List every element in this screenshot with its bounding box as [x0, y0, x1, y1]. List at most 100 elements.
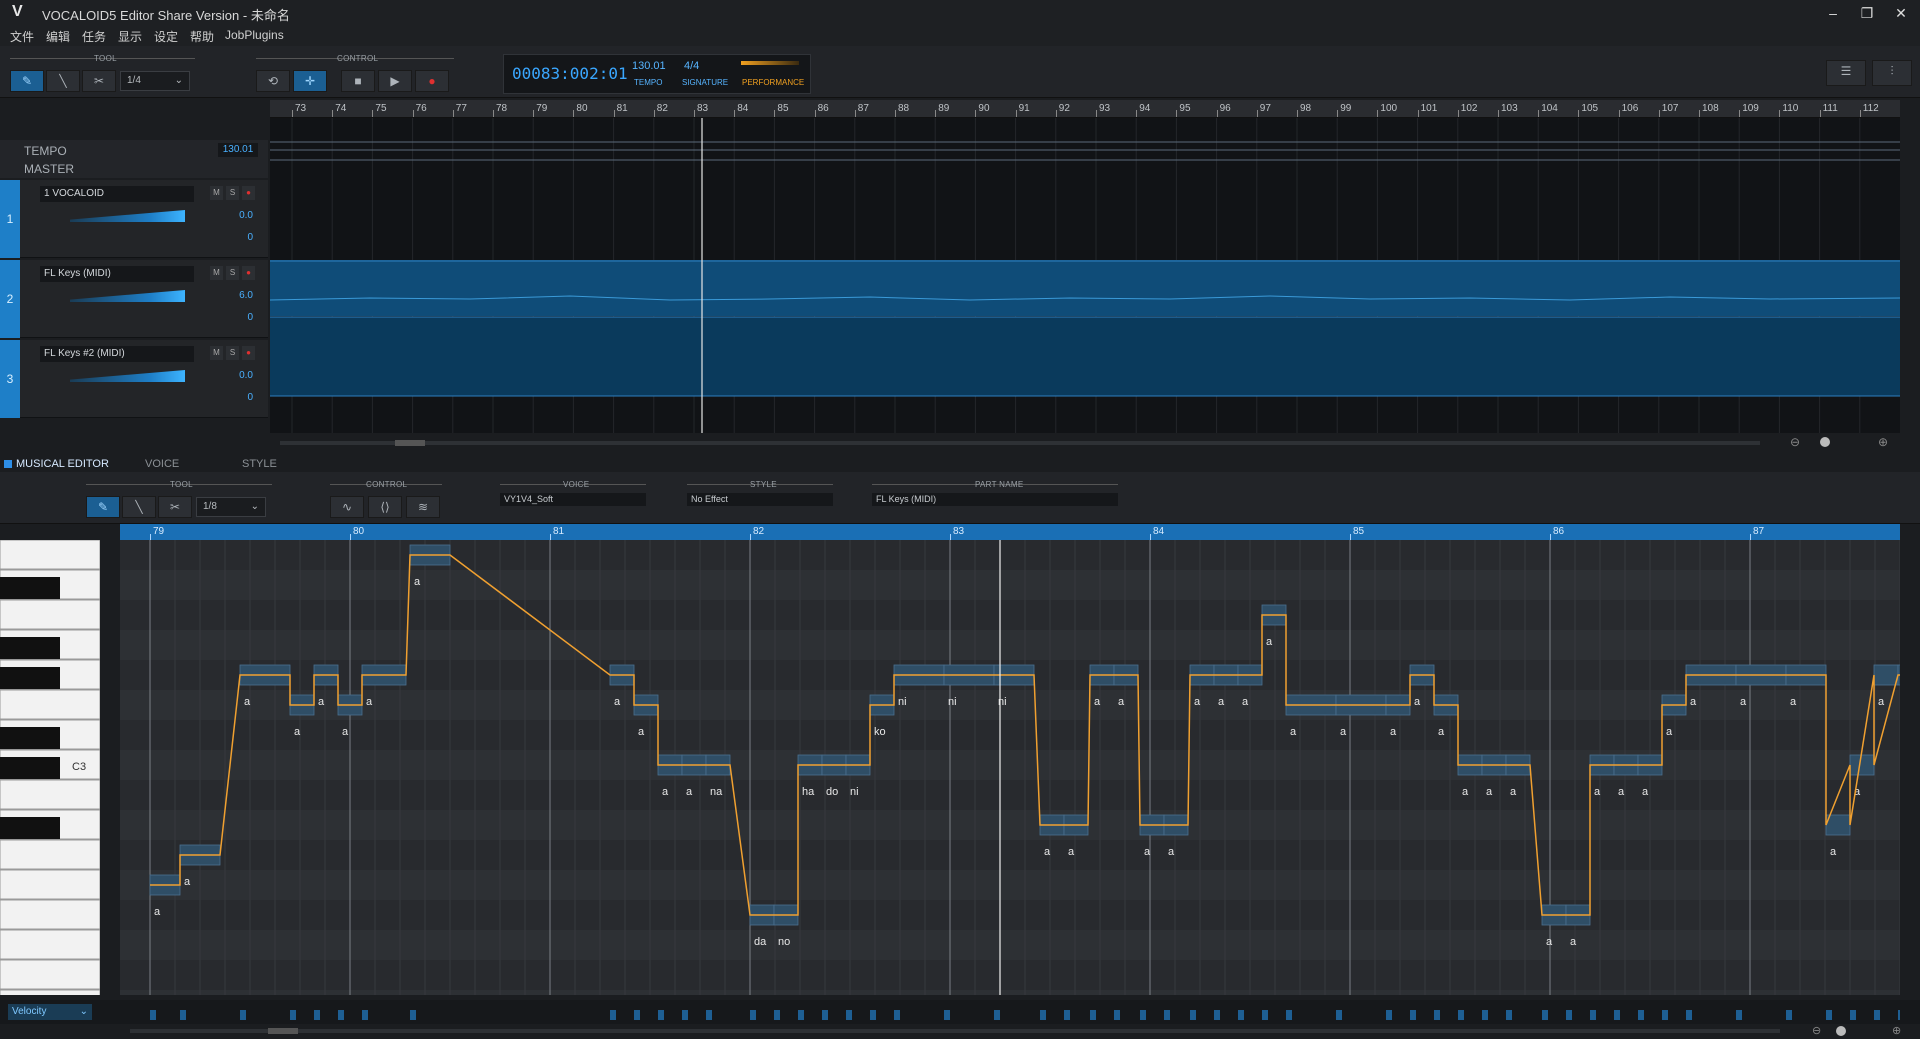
zoom-slider-knob[interactable]	[1820, 437, 1830, 447]
white-key[interactable]	[0, 989, 100, 995]
piano-roll[interactable]: a a a a a a a a a a a a na da no ha do ni ko ni ni ni a a a a a a a a…	[120, 540, 1900, 995]
record-arm-button[interactable]: ●	[242, 266, 255, 280]
editor-zoom-knob[interactable]	[1836, 1026, 1846, 1036]
velocity-mark[interactable]	[1214, 1010, 1220, 1020]
arrangement-scrollbar[interactable]: ⊖ ⊕	[270, 433, 1900, 453]
velocity-mark[interactable]	[634, 1010, 640, 1020]
white-key[interactable]	[0, 959, 100, 990]
velocity-mark[interactable]	[1898, 1010, 1900, 1020]
pan-value[interactable]: 0	[225, 312, 253, 323]
signature-value[interactable]: 4/4	[684, 60, 699, 72]
track-name[interactable]: 1 VOCALOID	[40, 186, 194, 202]
volume-value[interactable]: 0.0	[225, 210, 253, 221]
stop-button[interactable]: ■	[341, 70, 375, 92]
play-button[interactable]: ▶	[378, 70, 412, 92]
velocity-mark[interactable]	[1190, 1010, 1196, 1020]
velocity-mark[interactable]	[1736, 1010, 1742, 1020]
velocity-mark[interactable]	[1786, 1010, 1792, 1020]
velocity-mark[interactable]	[1040, 1010, 1046, 1020]
velocity-mark[interactable]	[894, 1010, 900, 1020]
tab-style[interactable]: STYLE	[242, 458, 277, 470]
editor-pencil-tool-button[interactable]: ✎	[86, 496, 120, 518]
black-key[interactable]	[0, 817, 60, 839]
black-key[interactable]	[0, 667, 60, 689]
track-number[interactable]: 1	[0, 180, 20, 258]
record-arm-button[interactable]: ●	[242, 346, 255, 360]
parameter-button[interactable]: ≋	[406, 496, 440, 518]
black-key[interactable]	[0, 757, 60, 779]
white-key[interactable]	[0, 779, 100, 810]
volume-slider[interactable]	[70, 210, 185, 222]
velocity-mark[interactable]	[1614, 1010, 1620, 1020]
velocity-mark[interactable]	[610, 1010, 616, 1020]
close-button[interactable]: ✕	[1886, 3, 1916, 23]
voice-field[interactable]: VY1V4_Soft	[500, 493, 646, 506]
velocity-mark[interactable]	[774, 1010, 780, 1020]
arrangement-canvas[interactable]	[270, 118, 1900, 433]
menu-file[interactable]: 文件	[10, 28, 34, 45]
line-tool-button[interactable]: ╲	[46, 70, 80, 92]
velocity-mark[interactable]	[658, 1010, 664, 1020]
piano-keyboard[interactable]: C3	[0, 540, 100, 995]
black-key[interactable]	[0, 727, 60, 749]
velocity-mark[interactable]	[1542, 1010, 1548, 1020]
mute-button[interactable]: M	[210, 346, 223, 360]
volume-slider[interactable]	[70, 290, 185, 302]
velocity-mark[interactable]	[1638, 1010, 1644, 1020]
pitch-curve-button[interactable]: ∿	[330, 496, 364, 518]
zoom-in-icon[interactable]: ⊕	[1878, 435, 1888, 449]
velocity-mark[interactable]	[1458, 1010, 1464, 1020]
velocity-mark[interactable]	[944, 1010, 950, 1020]
scroll-thumb[interactable]	[395, 440, 425, 446]
velocity-mark[interactable]	[706, 1010, 712, 1020]
editor-line-tool-button[interactable]: ╲	[122, 496, 156, 518]
velocity-mark[interactable]	[750, 1010, 756, 1020]
editor-quantize-select[interactable]: 1/8 ⌄	[196, 497, 266, 517]
record-arm-button[interactable]: ●	[242, 186, 255, 200]
track-name[interactable]: FL Keys (MIDI)	[40, 266, 194, 282]
note-block[interactable]	[1849, 754, 1875, 776]
velocity-mark[interactable]	[1686, 1010, 1692, 1020]
pan-value[interactable]: 0	[225, 232, 253, 243]
velocity-lane[interactable]: Velocity ⌄	[0, 1000, 1920, 1024]
track-header-3[interactable]: 3 FL Keys #2 (MIDI) M S ● 0.0 0	[0, 340, 268, 418]
maximize-button[interactable]: ❐	[1852, 3, 1882, 23]
track-header-1[interactable]: 1 1 VOCALOID M S ● 0.0 0	[0, 180, 268, 258]
menu-help[interactable]: 帮助	[190, 28, 214, 45]
tempo-value[interactable]: 130.01	[632, 60, 666, 72]
velocity-mark[interactable]	[338, 1010, 344, 1020]
velocity-mark[interactable]	[1336, 1010, 1342, 1020]
vibrato-button[interactable]: ⟨⟩	[368, 496, 402, 518]
part-name-field[interactable]: FL Keys (MIDI)	[872, 493, 1118, 506]
scissors-tool-button[interactable]: ✂	[82, 70, 116, 92]
volume-value[interactable]: 6.0	[225, 290, 253, 301]
velocity-mark[interactable]	[1064, 1010, 1070, 1020]
velocity-mark[interactable]	[1238, 1010, 1244, 1020]
track-number[interactable]: 3	[0, 340, 20, 418]
part-fl-keys[interactable]	[270, 260, 1900, 316]
zoom-out-icon[interactable]: ⊖	[1790, 435, 1800, 449]
velocity-mark[interactable]	[994, 1010, 1000, 1020]
velocity-mark[interactable]	[1262, 1010, 1268, 1020]
track-number[interactable]: 2	[0, 260, 20, 338]
velocity-mark[interactable]	[150, 1010, 156, 1020]
white-key[interactable]	[0, 689, 100, 720]
volume-value[interactable]: 0.0	[225, 370, 253, 381]
white-key[interactable]	[0, 599, 100, 630]
piano-roll-ruler[interactable]: 79 80 81 82 83 84 85 86 87	[120, 524, 1900, 540]
menu-edit[interactable]: 编辑	[46, 28, 70, 45]
master-track-header[interactable]: MASTER	[0, 160, 268, 178]
note-block[interactable]	[1873, 664, 1899, 686]
style-field[interactable]: No Effect	[687, 493, 833, 506]
tab-musical-editor[interactable]: MUSICAL EDITOR	[16, 458, 109, 470]
mixer-icon[interactable]: ⫶	[1872, 60, 1912, 86]
velocity-mark[interactable]	[180, 1010, 186, 1020]
velocity-select[interactable]: Velocity ⌄	[8, 1004, 92, 1020]
velocity-mark[interactable]	[1114, 1010, 1120, 1020]
white-key[interactable]	[0, 540, 100, 570]
velocity-mark[interactable]	[1090, 1010, 1096, 1020]
velocity-mark[interactable]	[1286, 1010, 1292, 1020]
velocity-mark[interactable]	[1662, 1010, 1668, 1020]
velocity-mark[interactable]	[1386, 1010, 1392, 1020]
velocity-mark[interactable]	[1874, 1010, 1880, 1020]
